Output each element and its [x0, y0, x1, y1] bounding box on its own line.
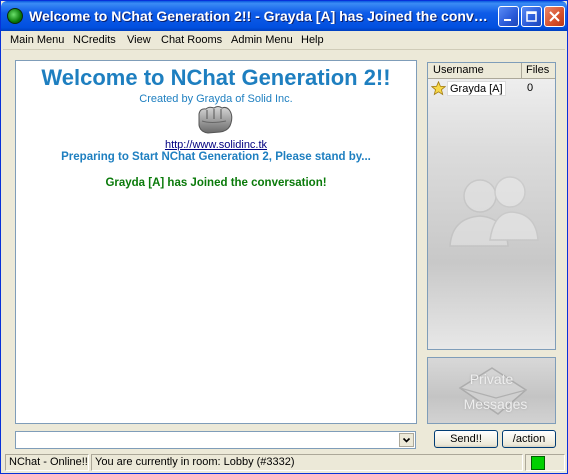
- messages-label: Messages: [463, 396, 528, 412]
- status-bar: NChat - Online!! You are currently in ro…: [5, 454, 565, 471]
- online-status: NChat - Online!!: [5, 454, 89, 471]
- send-button[interactable]: Send!!: [434, 430, 498, 448]
- window-title: Welcome to NChat Generation 2!! - Grayda…: [29, 8, 494, 24]
- menu-main-menu[interactable]: Main Menu: [10, 34, 64, 46]
- menu-admin-menu[interactable]: Admin Menu: [231, 34, 293, 46]
- message-input-combo[interactable]: [15, 431, 416, 449]
- chevron-down-icon: [402, 437, 411, 443]
- welcome-heading: Welcome to NChat Generation 2!!: [41, 65, 391, 90]
- connection-indicator: [531, 456, 545, 470]
- chat-log[interactable]: Welcome to NChat Generation 2!! Created …: [15, 60, 417, 424]
- created-by-text: Created by Grayda of Solid Inc.: [139, 93, 293, 105]
- menu-view[interactable]: View: [127, 34, 151, 46]
- menu-ncredits[interactable]: NCredits: [73, 34, 116, 46]
- user-files-count: 0: [527, 82, 534, 94]
- preparing-message: Preparing to Start NChat Generation 2, P…: [61, 151, 371, 163]
- private-messages-panel[interactable]: Private Messages: [427, 357, 556, 424]
- minimize-button[interactable]: [498, 6, 519, 27]
- maximize-icon: [526, 11, 537, 22]
- star-icon: [431, 81, 446, 96]
- action-button[interactable]: /action: [502, 430, 556, 448]
- close-icon: [549, 11, 560, 22]
- website-link[interactable]: http://www.solidinc.tk: [16, 139, 416, 151]
- column-header-files[interactable]: Files: [522, 63, 555, 79]
- user-list[interactable]: Username Files Grayda [A] 0: [427, 62, 556, 350]
- user-name: Grayda [A]: [447, 81, 506, 96]
- people-watermark-icon: [449, 176, 539, 247]
- message-input[interactable]: [18, 433, 396, 447]
- maximize-button[interactable]: [521, 6, 542, 27]
- current-room-status: You are currently in room: Lobby (#3332): [91, 454, 523, 471]
- title-bar[interactable]: Welcome to NChat Generation 2!! - Grayda…: [1, 1, 567, 31]
- private-label: Private: [469, 371, 514, 387]
- join-notification: Grayda [A] has Joined the conversation!: [105, 177, 327, 189]
- nchat-app-icon[interactable]: [7, 8, 23, 24]
- fist-logo-icon: [198, 106, 233, 134]
- menu-bar: Main Menu NCredits View Chat Rooms Admin…: [3, 31, 565, 50]
- menu-chat-rooms[interactable]: Chat Rooms: [161, 34, 222, 46]
- user-list-row[interactable]: Grayda [A] 0: [428, 80, 555, 97]
- minimize-icon: [504, 19, 511, 21]
- app-window: Welcome to NChat Generation 2!! - Grayda…: [0, 0, 568, 474]
- column-header-username[interactable]: Username: [428, 63, 522, 79]
- menu-help[interactable]: Help: [301, 34, 324, 46]
- close-button[interactable]: [544, 6, 565, 27]
- input-dropdown-button[interactable]: [399, 433, 414, 447]
